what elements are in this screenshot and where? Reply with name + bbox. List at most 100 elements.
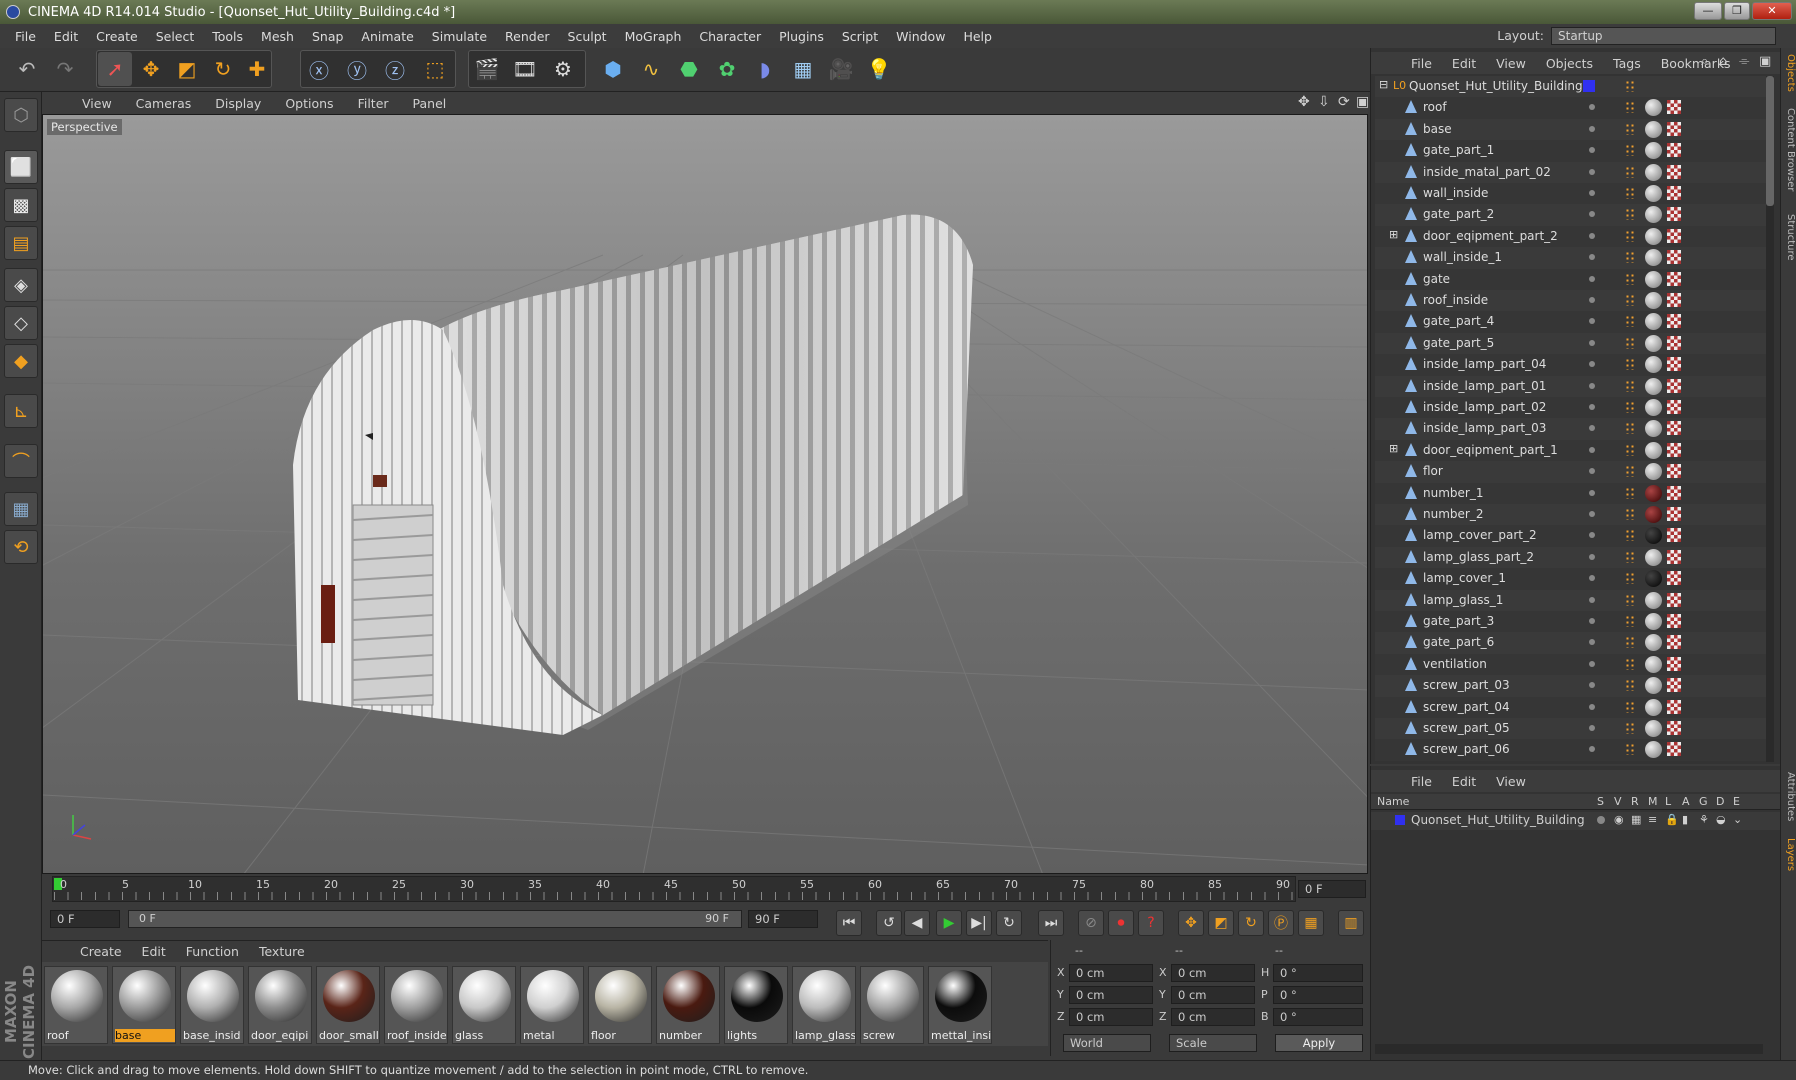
material-swatch[interactable]: metal [520,966,584,1044]
phong-tag-icon[interactable] [1625,722,1635,734]
z-axis-icon[interactable]: ⓩ [378,52,412,86]
phong-tag-icon[interactable] [1625,187,1635,199]
object-row[interactable]: ventilation [1375,653,1767,676]
start-frame-field[interactable]: 0 F [50,910,120,928]
coordinate-system-icon[interactable]: ⬚ [418,52,452,86]
phong-tag-icon[interactable] [1625,443,1635,456]
search-icon[interactable]: ⌕ [1701,54,1708,69]
material-swatch[interactable]: base [112,966,176,1044]
texture-tag-icon[interactable] [1667,357,1681,372]
size-x-field[interactable]: 0 cm [1171,964,1255,982]
material-swatch[interactable]: floor [588,966,652,1044]
texture-tag-icon[interactable] [1667,592,1681,607]
material-tag-icon[interactable] [1645,356,1662,374]
phong-tag-icon[interactable] [1625,358,1635,371]
object-row[interactable]: screw_part_06 [1375,739,1767,761]
phong-tag-icon[interactable] [1625,679,1635,692]
phong-tag-icon[interactable] [1625,208,1635,221]
phong-tag-icon[interactable] [1625,550,1635,563]
material-menu-create[interactable]: Create [70,944,132,959]
x-axis-icon[interactable]: ⓧ [302,52,336,86]
visibility-dot-icon[interactable] [1589,618,1595,624]
position-z-field[interactable]: 0 cm [1069,1008,1153,1026]
expand-icon[interactable]: ⊞ [1389,228,1398,241]
cube-icon[interactable]: ⬢ [596,52,630,86]
key-parameter-icon[interactable]: Ⓟ [1268,910,1294,936]
material-swatch[interactable]: door_eqipi [248,966,312,1044]
material-tag-icon[interactable] [1645,634,1662,652]
tab-content-browser[interactable]: Content Browser [1782,108,1796,191]
texture-tag-icon[interactable] [1667,742,1681,757]
phong-tag-icon[interactable] [1625,572,1635,585]
layout-select[interactable]: Startup [1551,27,1776,45]
layer-horizontal-scrollbar[interactable] [1375,1044,1763,1054]
texture-tag-icon[interactable] [1667,228,1681,243]
material-menu-edit[interactable]: Edit [132,944,176,959]
keyframe-selection-icon[interactable]: ? [1138,910,1164,936]
key-pla-icon[interactable]: ▦ [1298,910,1324,936]
menu-render[interactable]: Render [496,29,559,44]
visibility-dot-icon[interactable] [1589,468,1595,475]
solo-toggle-icon[interactable] [1597,816,1605,824]
rotation-b-field[interactable]: 0 ° [1273,1008,1363,1026]
menu-mesh[interactable]: Mesh [252,29,303,44]
scrollbar-thumb[interactable] [1766,76,1774,206]
visibility-dot-icon[interactable] [1589,575,1595,582]
menu-sculpt[interactable]: Sculpt [559,29,616,44]
expression-toggle-icon[interactable]: ⌄ [1733,813,1742,826]
redo-icon[interactable]: ↷ [48,52,82,86]
home-icon[interactable]: ⌂ [1719,54,1727,69]
material-tag-icon[interactable] [1645,399,1662,416]
material-tag-icon[interactable] [1645,99,1662,117]
material-tag-icon[interactable] [1645,377,1662,395]
undo-icon[interactable]: ↶ [10,52,44,86]
viewport-maximize-icon[interactable]: ▣ [1356,94,1369,110]
layer-color-swatch[interactable] [1583,80,1595,92]
object-row[interactable]: wall_inside [1375,183,1767,205]
add-object-icon[interactable]: ✚ [240,52,274,86]
collapse-icon[interactable]: ⊟ [1379,78,1388,91]
key-scale-icon[interactable]: ◩ [1208,910,1234,936]
texture-tag-icon[interactable] [1667,121,1681,136]
viewport-nav-move-icon[interactable]: ✥ [1298,94,1310,110]
object-row[interactable]: screw_part_05 [1375,718,1767,740]
visibility-dot-icon[interactable] [1589,532,1595,539]
object-menu-view[interactable]: View [1486,56,1536,71]
object-row[interactable]: gate_part_3 [1375,611,1767,633]
object-row[interactable]: inside_lamp_part_03 [1375,418,1767,440]
menu-edit[interactable]: Edit [45,29,87,44]
y-axis-icon[interactable]: ⓨ [340,52,374,86]
play-icon[interactable]: ▶ [936,910,962,936]
deformer-icon[interactable]: ◗ [748,52,782,86]
phong-tag-icon[interactable] [1625,743,1635,756]
material-swatch[interactable]: roof_inside [384,966,448,1044]
phong-tag-icon[interactable] [1625,294,1635,306]
layer-menu-edit[interactable]: Edit [1442,774,1486,789]
render-view-icon[interactable]: 🎬 [470,52,504,86]
tweak-mode-icon[interactable]: ⌒ [4,444,38,478]
object-row[interactable]: lamp_glass_part_2 [1375,546,1767,569]
object-menu-objects[interactable]: Objects [1536,56,1603,71]
phong-tag-icon[interactable] [1625,422,1635,435]
material-tag-icon[interactable] [1645,463,1662,481]
size-mode-select[interactable]: Scale [1169,1034,1257,1052]
visibility-icon[interactable]: ◉ [1614,813,1624,826]
render-toggle-icon[interactable]: ▦ [1631,813,1641,826]
material-tag-icon[interactable] [1645,570,1662,588]
visibility-dot-icon[interactable] [1589,318,1595,325]
visibility-dot-icon[interactable] [1589,168,1595,175]
material-tag-icon[interactable] [1645,227,1662,245]
viewport-menu-cameras[interactable]: Cameras [124,96,204,111]
size-y-field[interactable]: 0 cm [1171,986,1255,1004]
object-row[interactable]: inside_lamp_part_02 [1375,397,1767,419]
texture-tag-icon[interactable] [1667,314,1681,329]
material-menu-texture[interactable]: Texture [249,944,315,959]
menu-help[interactable]: Help [954,29,1001,44]
spline-icon[interactable]: ∿ [634,52,668,86]
filter-icon[interactable]: ⌯ [1739,54,1749,69]
texture-tag-icon[interactable] [1667,635,1681,650]
material-swatch[interactable]: mettal_insi [928,966,992,1044]
scale-icon[interactable]: ◩ [170,52,204,86]
expand-icon[interactable]: ⊞ [1389,442,1398,455]
phong-tag-icon[interactable] [1625,700,1635,713]
